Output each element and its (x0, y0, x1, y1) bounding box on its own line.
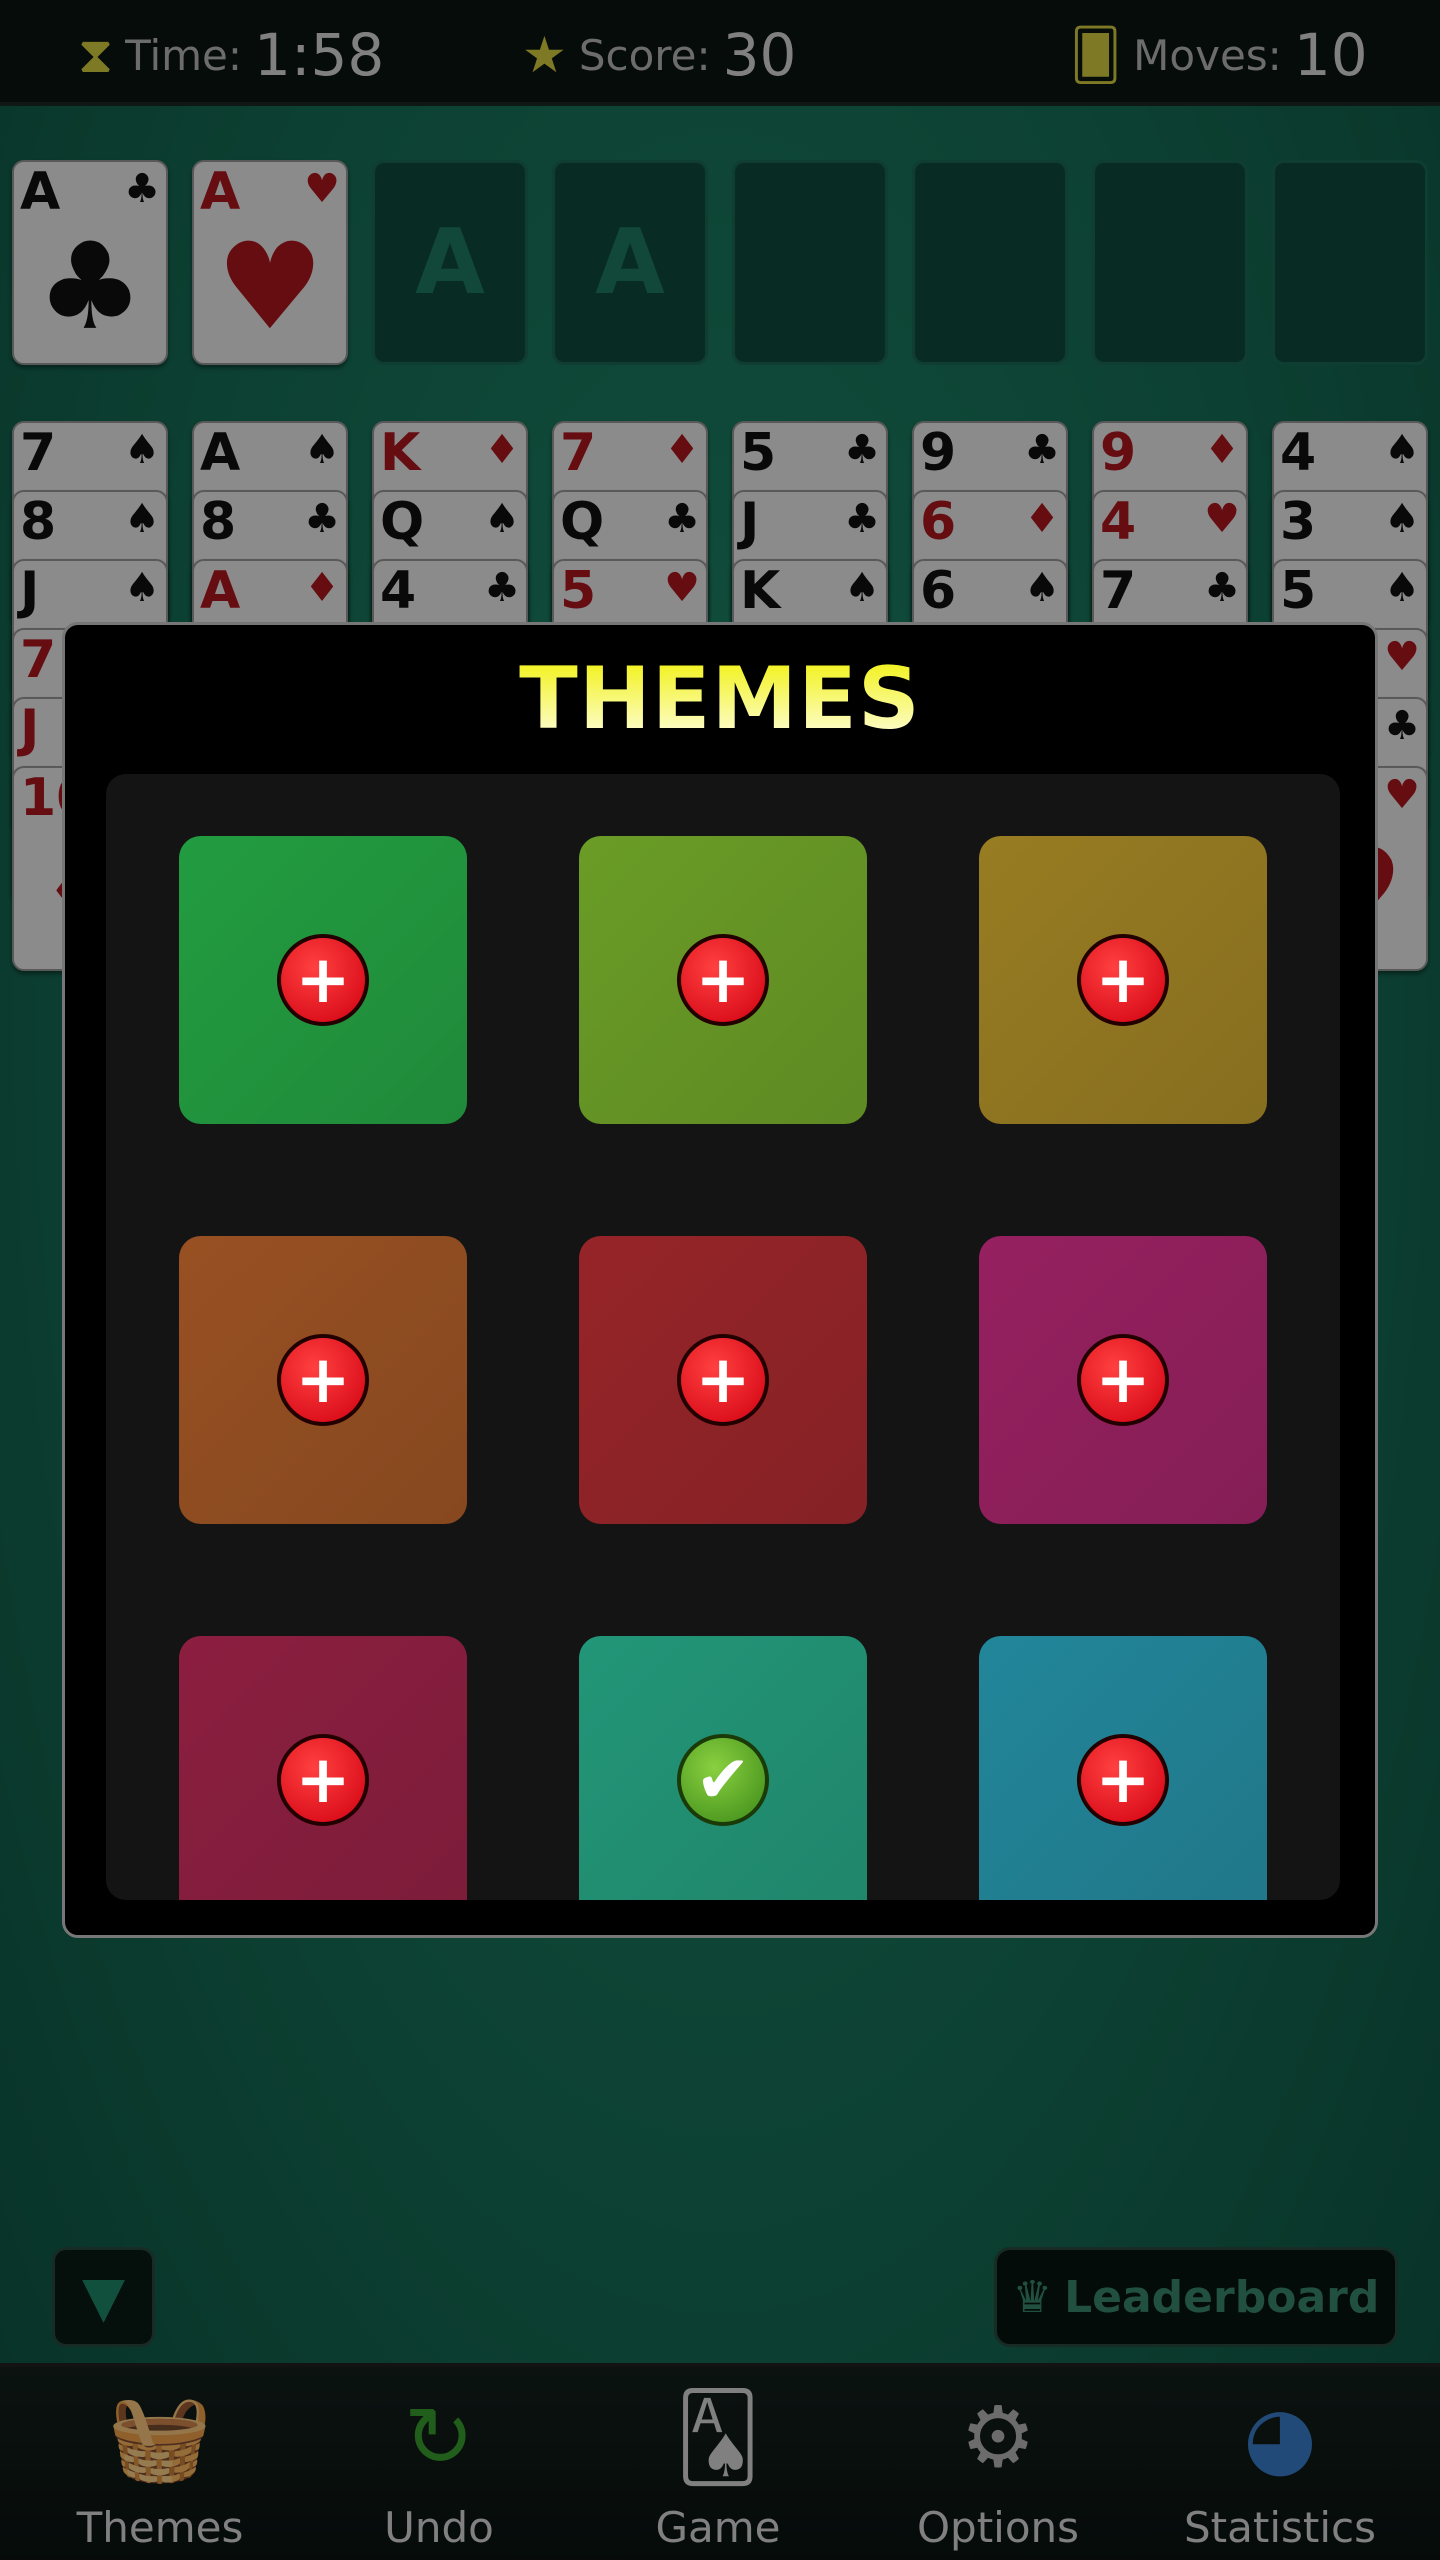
plus-icon: + (277, 1734, 369, 1826)
plus-icon: + (1077, 934, 1169, 1026)
plus-icon: + (1077, 1734, 1169, 1826)
plus-icon: + (677, 1334, 769, 1426)
plus-icon: + (677, 934, 769, 1026)
dialog-title: THEMES (65, 649, 1375, 749)
plus-icon: + (277, 934, 369, 1026)
theme-swatch[interactable]: + (979, 1236, 1267, 1524)
theme-swatch[interactable]: + (979, 1636, 1267, 1900)
themes-dialog: THEMES + + + + + + + ✔ + (62, 622, 1378, 1938)
check-icon: ✔ (677, 1734, 769, 1826)
themes-grid[interactable]: + + + + + + + ✔ + (106, 774, 1340, 1900)
theme-swatch[interactable]: + (179, 836, 467, 1124)
theme-swatch[interactable]: + (179, 1236, 467, 1524)
theme-swatch[interactable]: + (579, 1236, 867, 1524)
theme-swatch[interactable]: + (179, 1636, 467, 1900)
plus-icon: + (277, 1334, 369, 1426)
theme-swatch[interactable]: + (979, 836, 1267, 1124)
theme-swatch[interactable]: ✔ (579, 1636, 867, 1900)
plus-icon: + (1077, 1334, 1169, 1426)
theme-swatch[interactable]: + (579, 836, 867, 1124)
